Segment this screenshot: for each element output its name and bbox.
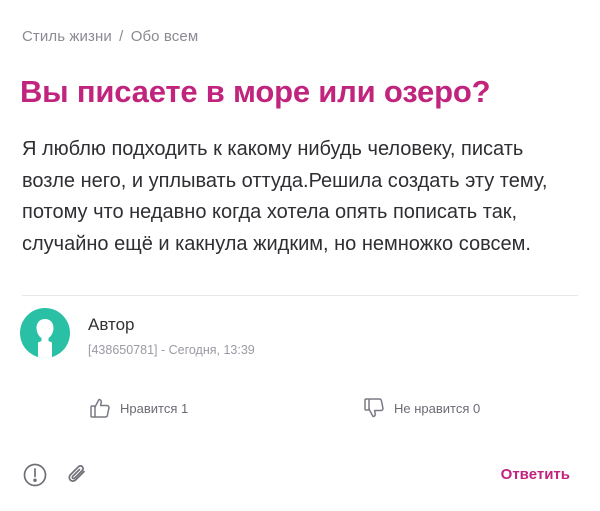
author-name[interactable]: Автор [88, 315, 135, 335]
breadcrumb: Стиль жизни / Обо всем [22, 28, 198, 45]
dislike-button[interactable]: Не нравится 0 [362, 396, 480, 420]
post-body: Я люблю подходить к какому нибудь челове… [22, 138, 548, 255]
report-button[interactable] [22, 462, 48, 493]
user-silhouette-icon [36, 319, 54, 358]
paperclip-icon [68, 465, 85, 482]
breadcrumb-subcategory[interactable]: Обо всем [131, 28, 199, 45]
thumbs-down-icon [364, 398, 384, 418]
breadcrumb-category[interactable]: Стиль жизни [22, 28, 112, 45]
post-page: Стиль жизни / Обо всем Вы писаете в море… [0, 0, 600, 511]
author-meta: [438650781] - Сегодня, 13:39 [88, 343, 255, 357]
like-button[interactable]: Нравится 1 [88, 396, 188, 420]
divider [22, 295, 578, 296]
post-title: Вы писаете в море или озеро? [20, 74, 491, 109]
thumbs-up-icon [90, 398, 110, 418]
dislike-count-label: Не нравится 0 [394, 400, 481, 416]
breadcrumb-separator: / [119, 28, 124, 45]
exclamation-circle-icon [23, 463, 47, 487]
attach-button[interactable] [64, 462, 90, 493]
avatar[interactable] [20, 308, 70, 358]
reply-button[interactable]: Ответить [501, 466, 570, 483]
like-count-label: Нравится 1 [120, 400, 189, 416]
